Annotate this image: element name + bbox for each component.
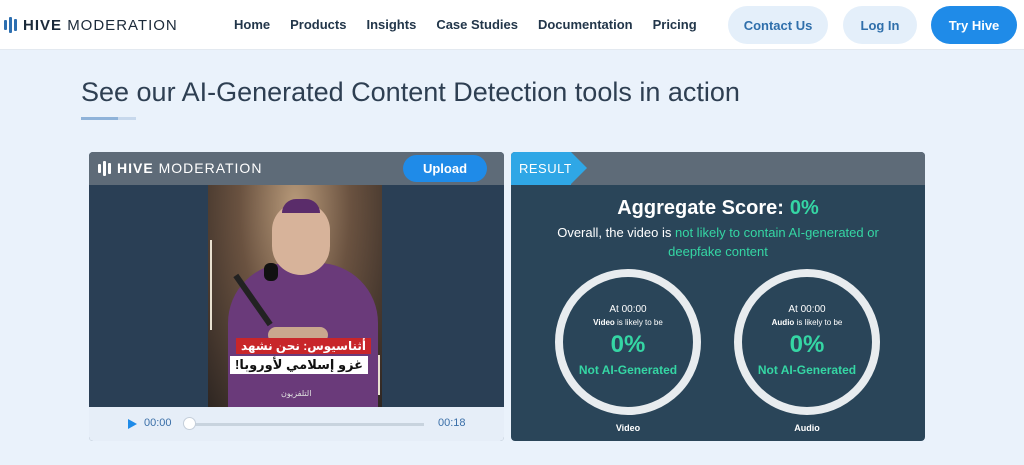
demo-logo-text-bold: HIVE — [117, 160, 154, 176]
nav-link-insights[interactable]: Insights — [366, 17, 416, 32]
video-preview[interactable]: أثناسيوس: نحن نشهد غزو إسلامي لأوروبا! ا… — [208, 185, 382, 407]
speaker-face — [272, 203, 330, 275]
demo-hive-logo: HIVE MODERATION — [98, 160, 262, 176]
aggregate-score-label: Aggregate Score: — [617, 197, 784, 219]
current-time: 00:00 — [144, 417, 172, 429]
play-icon[interactable] — [128, 419, 137, 429]
hive-logo[interactable]: HIVE MODERATION — [4, 15, 178, 35]
result-panel: RESULT Aggregate Score: 0% Overall, the v… — [511, 152, 925, 441]
overall-summary-prefix: Overall, the video is — [557, 225, 672, 240]
audio-score-gauge: At 00:00 Audio is likely to be 0% Not AI… — [734, 269, 880, 415]
top-navbar: HIVE MODERATION Home Products Insights C… — [0, 0, 1024, 50]
video-gauge-label: Video — [615, 423, 641, 433]
gauge-timestamp: At 00:00 — [788, 304, 826, 315]
result-tab: RESULT — [511, 152, 573, 185]
gauge-subject: Audio — [771, 318, 795, 327]
audio-gauge-label: Audio — [794, 423, 820, 433]
log-in-button[interactable]: Log In — [843, 6, 917, 44]
hive-logo-icon — [4, 17, 17, 33]
gauge-verdict: Not AI-Generated — [757, 363, 857, 377]
gauge-timestamp: At 00:00 — [609, 304, 647, 315]
upload-button[interactable]: Upload — [403, 155, 487, 182]
video-caption-line2: غزو إسلامي لأوروبا! — [230, 356, 369, 374]
nav-links: Home Products Insights Case Studies Docu… — [234, 17, 717, 32]
logo-text-light: MODERATION — [67, 16, 178, 34]
gauge-likely-text: is likely to be — [617, 318, 663, 327]
video-score-gauge: At 00:00 Video is likely to be 0% Not AI… — [555, 269, 701, 415]
contact-us-button[interactable]: Contact Us — [728, 6, 828, 44]
demo-logo-text-light: MODERATION — [158, 160, 263, 176]
gauge-verdict: Not AI-Generated — [578, 363, 678, 377]
result-panel-header: RESULT — [511, 152, 925, 185]
demo-video-panel: HIVE MODERATION Upload أثناسيوس: نحن نشه… — [89, 152, 504, 441]
video-caption-line1: أثناسيوس: نحن نشهد — [236, 338, 371, 354]
video-duration: 00:18 — [438, 417, 466, 429]
hive-logo-icon — [98, 160, 111, 176]
gauge-percent: 0% — [610, 331, 646, 358]
video-player-controls: 00:00 00:18 — [89, 407, 504, 441]
nav-link-case-studies[interactable]: Case Studies — [436, 17, 518, 32]
seek-bar[interactable] — [184, 423, 424, 426]
gauge-subject: Video — [593, 318, 615, 327]
title-underline — [81, 117, 136, 120]
overall-summary: Overall, the video is not likely to cont… — [541, 223, 895, 261]
aggregate-score: Aggregate Score: 0% — [511, 197, 925, 220]
seek-handle[interactable] — [183, 417, 196, 430]
nav-link-documentation[interactable]: Documentation — [538, 17, 633, 32]
speaker-cap — [282, 199, 320, 213]
nav-link-pricing[interactable]: Pricing — [653, 17, 697, 32]
gauge-likely-text: is likely to be — [796, 318, 843, 327]
aggregate-score-value: 0% — [789, 197, 819, 219]
gauge-percent: 0% — [789, 331, 825, 358]
demo-panel-header: HIVE MODERATION Upload — [89, 152, 504, 185]
logo-text-bold: HIVE — [23, 16, 63, 34]
microphone-icon — [264, 263, 278, 281]
page-title: See our AI-Generated Content Detection t… — [81, 77, 740, 107]
video-watermark: التلفزيون — [281, 389, 312, 398]
result-tab-label: RESULT — [519, 161, 573, 176]
nav-link-products[interactable]: Products — [290, 17, 346, 32]
try-hive-button[interactable]: Try Hive — [931, 6, 1017, 44]
overall-summary-highlight: not likely to contain AI-generated or de… — [668, 225, 879, 259]
nav-link-home[interactable]: Home — [234, 17, 270, 32]
